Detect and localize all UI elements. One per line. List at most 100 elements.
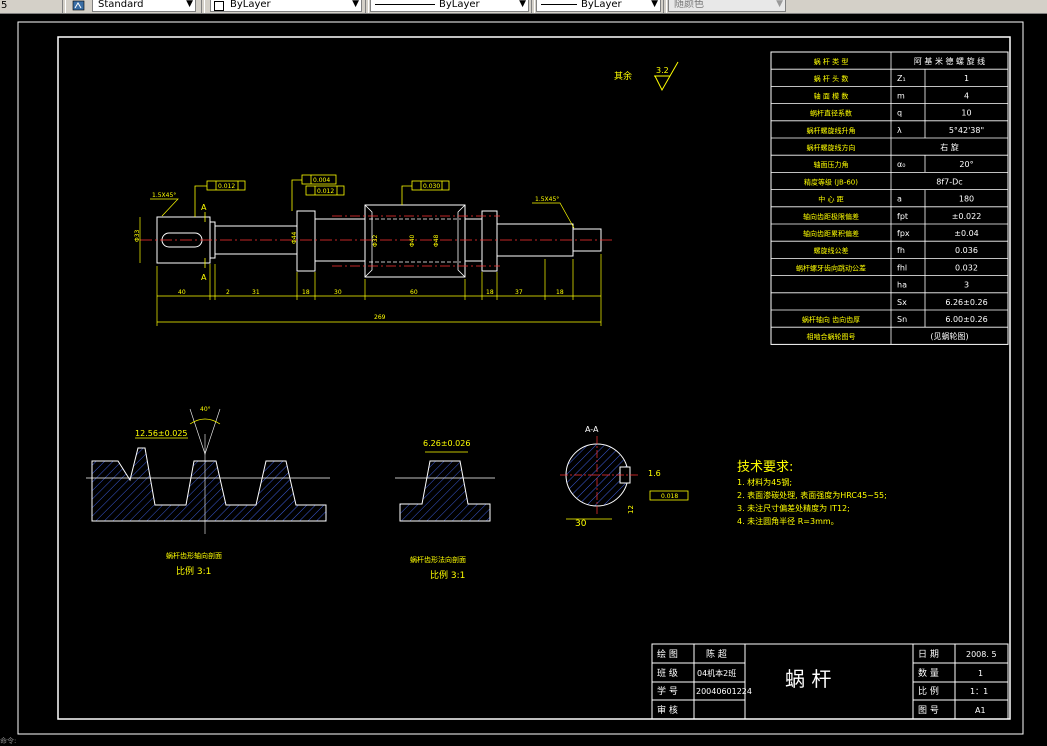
table-symbol: Sn: [897, 315, 907, 324]
property-toolbar: 5 Standard ▼ ByLayer ▼ ByLayer ▼ ByLayer…: [0, 0, 1047, 14]
note-item: 1. 材料为45钢;: [737, 477, 792, 487]
linetype-select[interactable]: ByLayer ▼: [370, 0, 529, 12]
tolerance-value: 0.030: [423, 183, 440, 190]
dim-text: 12: [627, 505, 635, 514]
dim-text: 18: [302, 289, 310, 296]
table-label: 蜗杆螺牙齿向跳动公差: [796, 263, 866, 272]
toolbar-left-value: 5: [1, 0, 8, 11]
text-style-select[interactable]: Standard ▼: [92, 0, 196, 12]
table-label: 轴面压力角: [814, 160, 849, 169]
chevron-down-icon: ▼: [352, 0, 359, 9]
note-item: 2. 表面渗碳处理, 表面强度为HRC45~55;: [737, 490, 887, 500]
outer-frame: [17, 21, 1024, 735]
title-value: 20040601224: [696, 687, 752, 696]
title-value: A1: [975, 706, 986, 715]
dim-text: 30: [334, 289, 342, 296]
title-value: 1: [978, 669, 983, 678]
inner-frame: [57, 36, 1011, 720]
shaft-segment: [296, 210, 316, 272]
table-value: 右 旋: [940, 142, 959, 152]
dim-text: 6.26±0.026: [423, 439, 470, 448]
cad-drawing[interactable]: 其余 3.2 A A 40 2 31 18 30 60 18 37 18 269…: [0, 14, 1047, 742]
section-letter: A: [201, 203, 207, 212]
table-label: 蜗 杆 头 数: [814, 74, 849, 83]
table-value: 0.032: [955, 263, 978, 272]
dim-text: 18: [556, 289, 564, 296]
title-label: 学 号: [657, 685, 678, 697]
toolbar-separator: [201, 0, 205, 13]
dim-text: 40: [178, 289, 186, 296]
color-swatch-icon: [214, 1, 224, 11]
roughness-note: 其余: [614, 70, 632, 82]
plot-style-value: 随颜色: [674, 0, 704, 10]
view-scale: 比例 3:1: [176, 565, 211, 577]
layer-select[interactable]: ByLayer ▼: [210, 0, 362, 12]
view-title: 蜗杆齿形轴向剖面: [166, 551, 222, 560]
command-line[interactable]: 命令:: [0, 736, 16, 746]
table-label: 轴 面 模 数: [814, 91, 849, 100]
dim-text: 2: [226, 289, 230, 296]
table-label: 相啮合蜗轮图号: [807, 332, 856, 341]
table-value: 6.26±0.26: [945, 298, 987, 307]
diameter-label: Φ40: [409, 234, 416, 247]
layer-value: ByLayer: [230, 0, 271, 10]
view-scale: 比例 3:1: [430, 569, 465, 581]
section-aa: A-A 30 1.6 0.018 12: [560, 425, 689, 529]
chevron-down-icon: ▼: [186, 0, 193, 9]
section-label: A-A: [585, 425, 599, 434]
table-symbol: a: [897, 195, 902, 204]
table-label: 蜗杆直径系数: [810, 109, 852, 118]
chevron-down-icon: ▼: [776, 0, 783, 9]
text-style-icon[interactable]: [72, 0, 88, 12]
table-value: ±0.022: [952, 212, 982, 221]
dim-text: 12.56±0.025: [135, 429, 188, 438]
table-label: 精度等级 (JB-60): [804, 177, 858, 186]
table-value: 0.036: [955, 246, 978, 255]
title-label: 日 期: [918, 649, 939, 660]
title-label: 绘 图: [657, 648, 678, 660]
toolbar-separator: [365, 0, 369, 13]
parameter-table: 蜗 杆 类 型 阿 基 米 德 螺 旋 线蜗 杆 头 数 Z₁ 1 轴 面 模 数 m 4 蜗…: [770, 51, 1009, 345]
axial-tooth-profile: 40° 12.56±0.025 蜗杆齿形轴向剖面 比例 3:1: [86, 406, 330, 577]
note-item: 4. 未注圆角半径 R=3mm。: [737, 516, 839, 526]
dim-text: 30: [575, 519, 587, 529]
table-symbol: Sx: [897, 298, 907, 307]
drawing-canvas[interactable]: 其余 3.2 A A 40 2 31 18 30 60 18 37 18 269…: [0, 14, 1047, 742]
toolbar-separator: [663, 0, 667, 13]
table-value: 180: [959, 195, 974, 204]
title-value: 1：1: [970, 687, 988, 696]
technical-requirements: 技术要求: 1. 材料为45钢; 2. 表面渗碳处理, 表面强度为HRC45~5…: [737, 460, 887, 526]
diameter-label: Φ32: [372, 234, 379, 247]
title-value: 陈 超: [706, 648, 727, 660]
roughness-value: 3.2: [656, 66, 669, 75]
title-label: 图 号: [918, 705, 939, 716]
tolerance-value: 0.012: [317, 188, 334, 195]
diameter-label: Φ48: [433, 234, 440, 247]
normal-tooth-profile: 6.26±0.026 蜗杆齿形法向剖面 比例 3:1: [395, 439, 495, 581]
dim-text: 37: [515, 289, 523, 296]
chamfer-label: 1.5X45°: [152, 192, 176, 199]
title-block: 绘 图 陈 超 班 级 04机本2班 学 号 20040601224 审 核 日…: [651, 643, 1009, 720]
table-label: 螺旋线公差: [814, 246, 849, 255]
part-name: 蜗 杆: [785, 667, 831, 691]
title-label: 审 核: [657, 704, 678, 716]
chevron-down-icon: ▼: [519, 0, 526, 9]
dim-text: 60: [410, 289, 418, 296]
title-label: 数 量: [918, 667, 939, 679]
toolbar-separator: [531, 0, 535, 13]
table-label: 蜗杆轴向 齿向齿厚: [802, 315, 860, 324]
tolerance-value: 0.018: [661, 493, 678, 500]
table-symbol: Z₁: [897, 74, 906, 83]
view-title: 蜗杆齿形法向剖面: [410, 555, 466, 564]
lineweight-select[interactable]: ByLayer ▼: [536, 0, 661, 12]
table-symbol: q: [897, 109, 902, 118]
table-value: 5°42'38": [949, 126, 984, 135]
text-style-value: Standard: [98, 0, 144, 10]
table-value: 20°: [959, 160, 973, 169]
lineweight-sample: [541, 4, 577, 5]
table-value: (见蜗轮图): [930, 331, 968, 341]
plot-style-select[interactable]: 随颜色 ▼: [668, 0, 786, 12]
shaft-segment: [481, 210, 498, 272]
note-item: 3. 未注尺寸偏差处精度为 IT12;: [737, 503, 850, 513]
dim-text: 40°: [200, 406, 211, 413]
